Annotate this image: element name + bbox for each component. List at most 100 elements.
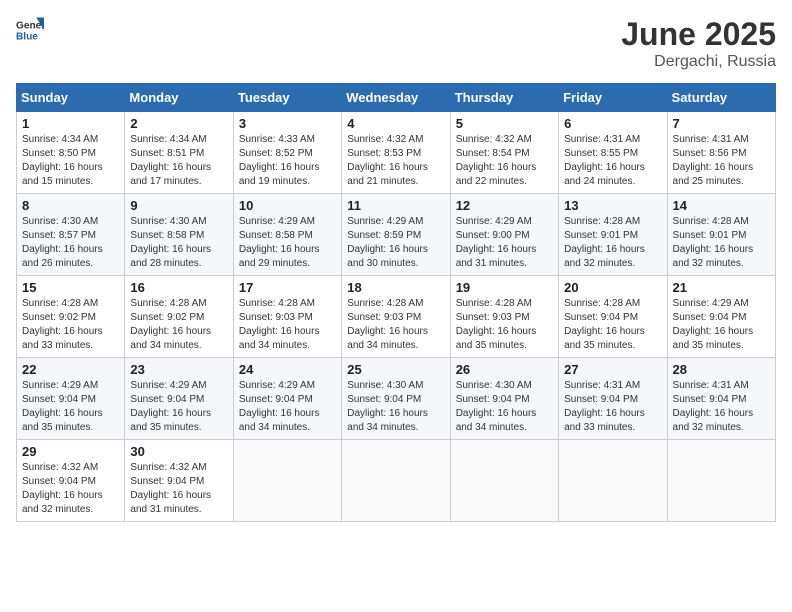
table-row: 18Sunrise: 4:28 AM Sunset: 9:03 PM Dayli… — [342, 276, 450, 358]
day-number: 15 — [22, 280, 119, 295]
day-number: 29 — [22, 444, 119, 459]
day-number: 14 — [673, 198, 770, 213]
day-info: Sunrise: 4:28 AM Sunset: 9:04 PM Dayligh… — [564, 297, 661, 353]
table-row: 2 Sunrise: 4:34 AM Sunset: 8:51 PM Daylig… — [125, 112, 233, 194]
day-number: 24 — [239, 362, 336, 377]
day-number: 22 — [22, 362, 119, 377]
table-row: 16 Sunrise: 4:28 AM Sunset: 9:02 PM Dayli… — [125, 276, 233, 358]
day-info: Sunrise: 4:28 AM Sunset: 9:02 PM Dayligh… — [22, 297, 119, 353]
day-number: 3 — [239, 116, 336, 131]
table-row: 13 Sunrise: 4:28 AM Sunset: 9:01 PM Dayli… — [559, 194, 667, 276]
day-number: 9 — [130, 198, 227, 213]
day-info: Sunrise: 4:29 AM Sunset: 9:04 PM Dayligh… — [22, 379, 119, 435]
table-row: 9Sunrise: 4:30 AM Sunset: 8:58 PM Daylig… — [125, 194, 233, 276]
day-number: 1 — [22, 116, 119, 131]
table-row: 26 Sunrise: 4:30 AM Sunset: 9:04 PM Dayli… — [450, 358, 558, 440]
table-row — [559, 440, 667, 522]
day-number: 5 — [456, 116, 553, 131]
day-number: 21 — [673, 280, 770, 295]
calendar-week-row: 22 Sunrise: 4:29 AM Sunset: 9:04 PM Dayli… — [17, 358, 776, 440]
day-info: Sunrise: 4:29 AM Sunset: 8:59 PM Dayligh… — [347, 215, 444, 271]
day-number: 6 — [564, 116, 661, 131]
table-row: 1 Sunrise: 4:34 AM Sunset: 8:50 PM Daylig… — [17, 112, 125, 194]
calendar-week-row: 8Sunrise: 4:30 AM Sunset: 8:57 PM Daylig… — [17, 194, 776, 276]
calendar-title: June 2025 — [621, 16, 776, 53]
day-info: Sunrise: 4:28 AM Sunset: 9:01 PM Dayligh… — [564, 215, 661, 271]
col-friday: Friday — [559, 84, 667, 112]
table-row: 21 Sunrise: 4:29 AM Sunset: 9:04 PM Dayli… — [667, 276, 775, 358]
table-row — [450, 440, 558, 522]
calendar-week-row: 29 Sunrise: 4:32 AM Sunset: 9:04 PM Dayli… — [17, 440, 776, 522]
day-number: 11 — [347, 198, 444, 213]
title-area: June 2025 Dergachi, Russia — [621, 16, 776, 71]
col-thursday: Thursday — [450, 84, 558, 112]
day-info: Sunrise: 4:30 AM Sunset: 9:04 PM Dayligh… — [456, 379, 553, 435]
day-info: Sunrise: 4:34 AM Sunset: 8:51 PM Dayligh… — [130, 133, 227, 189]
day-info: Sunrise: 4:29 AM Sunset: 9:04 PM Dayligh… — [239, 379, 336, 435]
day-info: Sunrise: 4:28 AM Sunset: 9:03 PM Dayligh… — [456, 297, 553, 353]
calendar-table: Sunday Monday Tuesday Wednesday Thursday… — [16, 83, 776, 522]
generalblue-logo-icon: General Blue — [16, 16, 44, 44]
calendar-location: Dergachi, Russia — [621, 53, 776, 71]
table-row: 22 Sunrise: 4:29 AM Sunset: 9:04 PM Dayli… — [17, 358, 125, 440]
table-row: 11 Sunrise: 4:29 AM Sunset: 8:59 PM Dayli… — [342, 194, 450, 276]
day-info: Sunrise: 4:29 AM Sunset: 9:04 PM Dayligh… — [673, 297, 770, 353]
day-number: 16 — [130, 280, 227, 295]
table-row: 25 Sunrise: 4:30 AM Sunset: 9:04 PM Dayli… — [342, 358, 450, 440]
table-row: 7 Sunrise: 4:31 AM Sunset: 8:56 PM Daylig… — [667, 112, 775, 194]
day-number: 26 — [456, 362, 553, 377]
day-info: Sunrise: 4:29 AM Sunset: 9:04 PM Dayligh… — [130, 379, 227, 435]
day-number: 4 — [347, 116, 444, 131]
day-info: Sunrise: 4:30 AM Sunset: 9:04 PM Dayligh… — [347, 379, 444, 435]
day-number: 25 — [347, 362, 444, 377]
day-number: 28 — [673, 362, 770, 377]
day-info: Sunrise: 4:32 AM Sunset: 9:04 PM Dayligh… — [22, 461, 119, 517]
day-number: 20 — [564, 280, 661, 295]
col-monday: Monday — [125, 84, 233, 112]
day-info: Sunrise: 4:32 AM Sunset: 8:54 PM Dayligh… — [456, 133, 553, 189]
svg-text:Blue: Blue — [16, 31, 38, 42]
col-sunday: Sunday — [17, 84, 125, 112]
day-info: Sunrise: 4:28 AM Sunset: 9:03 PM Dayligh… — [347, 297, 444, 353]
table-row: 28Sunrise: 4:31 AM Sunset: 9:04 PM Dayli… — [667, 358, 775, 440]
table-row: 29 Sunrise: 4:32 AM Sunset: 9:04 PM Dayli… — [17, 440, 125, 522]
calendar-week-row: 15 Sunrise: 4:28 AM Sunset: 9:02 PM Dayli… — [17, 276, 776, 358]
day-number: 13 — [564, 198, 661, 213]
day-info: Sunrise: 4:28 AM Sunset: 9:02 PM Dayligh… — [130, 297, 227, 353]
day-number: 7 — [673, 116, 770, 131]
day-number: 17 — [239, 280, 336, 295]
table-row: 30Sunrise: 4:32 AM Sunset: 9:04 PM Dayli… — [125, 440, 233, 522]
day-info: Sunrise: 4:34 AM Sunset: 8:50 PM Dayligh… — [22, 133, 119, 189]
day-info: Sunrise: 4:31 AM Sunset: 8:55 PM Dayligh… — [564, 133, 661, 189]
day-number: 12 — [456, 198, 553, 213]
table-row: 3 Sunrise: 4:33 AM Sunset: 8:52 PM Daylig… — [233, 112, 341, 194]
day-info: Sunrise: 4:33 AM Sunset: 8:52 PM Dayligh… — [239, 133, 336, 189]
day-number: 27 — [564, 362, 661, 377]
day-info: Sunrise: 4:30 AM Sunset: 8:57 PM Dayligh… — [22, 215, 119, 271]
day-info: Sunrise: 4:29 AM Sunset: 9:00 PM Dayligh… — [456, 215, 553, 271]
day-number: 10 — [239, 198, 336, 213]
table-row: 5 Sunrise: 4:32 AM Sunset: 8:54 PM Daylig… — [450, 112, 558, 194]
page-header: General Blue June 2025 Dergachi, Russia — [16, 16, 776, 71]
table-row: 10Sunrise: 4:29 AM Sunset: 8:58 PM Dayli… — [233, 194, 341, 276]
table-row: 8Sunrise: 4:30 AM Sunset: 8:57 PM Daylig… — [17, 194, 125, 276]
day-info: Sunrise: 4:31 AM Sunset: 9:04 PM Dayligh… — [564, 379, 661, 435]
day-number: 2 — [130, 116, 227, 131]
day-number: 30 — [130, 444, 227, 459]
day-info: Sunrise: 4:31 AM Sunset: 8:56 PM Dayligh… — [673, 133, 770, 189]
table-row: 4Sunrise: 4:32 AM Sunset: 8:53 PM Daylig… — [342, 112, 450, 194]
table-row: 17 Sunrise: 4:28 AM Sunset: 9:03 PM Dayli… — [233, 276, 341, 358]
table-row: 20 Sunrise: 4:28 AM Sunset: 9:04 PM Dayli… — [559, 276, 667, 358]
table-row: 27 Sunrise: 4:31 AM Sunset: 9:04 PM Dayli… — [559, 358, 667, 440]
day-info: Sunrise: 4:28 AM Sunset: 9:03 PM Dayligh… — [239, 297, 336, 353]
col-saturday: Saturday — [667, 84, 775, 112]
calendar-week-row: 1 Sunrise: 4:34 AM Sunset: 8:50 PM Daylig… — [17, 112, 776, 194]
table-row: 12 Sunrise: 4:29 AM Sunset: 9:00 PM Dayli… — [450, 194, 558, 276]
day-info: Sunrise: 4:28 AM Sunset: 9:01 PM Dayligh… — [673, 215, 770, 271]
table-row: 14 Sunrise: 4:28 AM Sunset: 9:01 PM Dayli… — [667, 194, 775, 276]
table-row — [342, 440, 450, 522]
logo: General Blue — [16, 16, 44, 44]
table-row: 24 Sunrise: 4:29 AM Sunset: 9:04 PM Dayli… — [233, 358, 341, 440]
col-tuesday: Tuesday — [233, 84, 341, 112]
table-row — [233, 440, 341, 522]
